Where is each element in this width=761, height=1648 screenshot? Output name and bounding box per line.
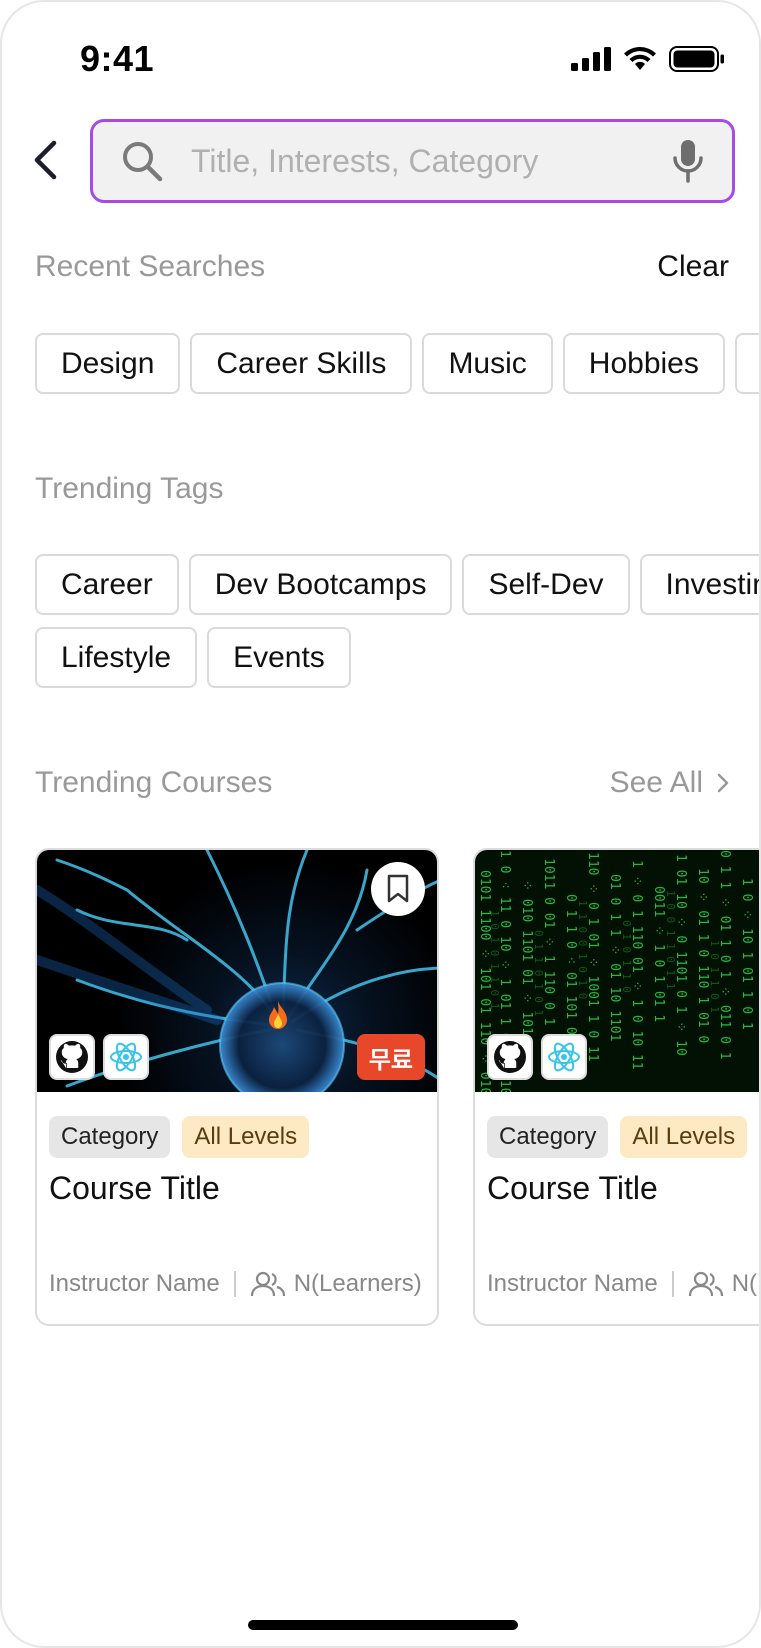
svg-text:0 1 1 0 1 0 1: 0 1 1 0 1 0 1 [532, 930, 545, 1016]
see-all-button[interactable]: See All [610, 766, 729, 800]
meta-divider [671, 1271, 674, 1297]
trending-courses-title: Trending Courses [35, 766, 273, 799]
react-icon [110, 1042, 142, 1072]
course-card[interactable]: 0101 1100 ⁘ 101 01 110 ⁘ 0101 0010 1 0 ⁖… [473, 848, 759, 1326]
bookmark-icon [387, 874, 409, 903]
svg-text:1 0 ⁘ 10 1 01 1 0 1: 1 0 ⁘ 10 1 01 1 0 1 [739, 878, 754, 1030]
instructor-name: Instructor Name [487, 1270, 658, 1297]
level-tag: All Levels [182, 1116, 310, 1158]
chevron-right-icon [717, 773, 729, 793]
home-indicator[interactable] [248, 1620, 518, 1630]
recent-chip[interactable]: Free [734, 333, 759, 394]
recent-chip[interactable]: Career Skills [190, 333, 413, 394]
phone-screen: 9:41 Title, Interests, Category Recent S… [0, 0, 761, 1648]
tech-badges [487, 1034, 587, 1080]
tag-chip[interactable]: Self-Dev [462, 554, 630, 615]
status-bar: 9:41 [2, 2, 759, 112]
status-icons [571, 46, 725, 72]
wifi-icon [624, 47, 656, 70]
learners-count: N(Learners) [293, 1270, 422, 1297]
microphone-icon[interactable] [670, 138, 706, 184]
recent-searches-title: Recent Searches [35, 250, 266, 283]
recent-searches-chips: Design Career Skills Music Hobbies Free [35, 333, 759, 394]
recent-chip[interactable]: Design [35, 333, 181, 394]
tag-chip[interactable]: Investing & Finance [639, 554, 759, 615]
course-meta: Instructor Name N(Learners) [487, 1270, 759, 1298]
tag-chip[interactable]: Lifestyle [35, 627, 198, 688]
course-thumbnail: 무료 [37, 850, 437, 1092]
clear-button[interactable]: Clear [657, 250, 729, 284]
course-title: Course Title [487, 1170, 658, 1206]
back-button[interactable] [24, 130, 66, 190]
react-badge [541, 1034, 587, 1080]
search-field[interactable] [90, 119, 735, 203]
bookmark-button[interactable] [371, 862, 425, 916]
free-badge: 무료 [356, 1034, 425, 1080]
course-title: Course Title [49, 1170, 220, 1206]
cellular-signal-icon [571, 47, 611, 71]
svg-text:1 0 1 0 1 1 0 1: 1 0 1 0 1 1 0 1 [488, 910, 501, 1009]
react-icon [548, 1042, 580, 1072]
trending-tags-row-1: Career Dev Bootcamps Self-Dev Investing … [35, 554, 759, 615]
tag-chip[interactable]: Events [207, 627, 351, 688]
recent-chip[interactable]: Music [422, 333, 553, 394]
svg-text:0 1 0 1 1 0: 0 1 0 1 1 0 [620, 920, 633, 993]
learners-icon [250, 1271, 285, 1297]
svg-text:0011 ⁘ 1 0 1 01 1: 0011 ⁘ 1 0 1 01 1 [651, 886, 666, 1022]
course-card-list: 무료 Category All Levels Course Title Inst… [35, 848, 759, 1326]
fire-icon [269, 1001, 287, 1029]
react-badge [103, 1034, 149, 1080]
chevron-left-icon [34, 140, 57, 180]
trending-tags-row-2: Lifestyle Events [35, 627, 351, 688]
course-thumbnail: 0101 1100 ⁘ 101 01 110 ⁘ 0101 0010 1 0 ⁖… [475, 850, 759, 1092]
trending-tags-title: Trending Tags [35, 472, 224, 505]
tag-chip[interactable]: Career [35, 554, 179, 615]
learners-count: N(Learners) [731, 1270, 759, 1297]
course-tags: Category All Levels [487, 1116, 748, 1158]
course-tags: Category All Levels [49, 1116, 310, 1158]
github-icon [494, 1041, 526, 1073]
level-tag: All Levels [620, 1116, 748, 1158]
github-icon [56, 1041, 88, 1073]
status-time: 9:41 [80, 38, 155, 79]
recent-chip[interactable]: Hobbies [562, 333, 725, 394]
see-all-label: See All [609, 766, 703, 799]
svg-text:1 0 0 1 1 0 1 1: 1 0 0 1 1 0 1 1 [664, 890, 677, 989]
tech-badges [49, 1034, 149, 1080]
github-badge [487, 1034, 533, 1080]
tag-chip[interactable]: Dev Bootcamps [188, 554, 453, 615]
github-badge [49, 1034, 95, 1080]
instructor-name: Instructor Name [49, 1270, 220, 1297]
search-input[interactable] [191, 142, 670, 180]
meta-divider [233, 1271, 236, 1297]
battery-icon [669, 46, 724, 72]
svg-text:01 0 1 1 ⁘ 01 10 1101: 01 0 1 1 ⁘ 01 10 1101 [607, 874, 622, 1041]
category-tag: Category [487, 1116, 609, 1158]
svg-text:1 1 0 0 1 0 1 0: 1 1 0 0 1 0 1 0 [576, 900, 589, 999]
svg-text:10 ⁘ 01 1 0 110 1 01 0: 10 ⁘ 01 1 0 110 1 01 0 [695, 868, 710, 1043]
svg-text:0 1 1 0 ⁖ 01 101 0: 0 1 1 0 ⁖ 01 101 0 [563, 894, 578, 1035]
learners-icon [688, 1271, 723, 1297]
search-icon [123, 142, 163, 182]
course-meta: Instructor Name N(Learners) [49, 1270, 422, 1298]
category-tag: Category [49, 1116, 171, 1158]
course-card[interactable]: 무료 Category All Levels Course Title Inst… [35, 848, 439, 1326]
svg-text:⁘ 010 1101 01 ⁘ 101 11: ⁘ 010 1101 01 ⁘ 101 11 [519, 880, 534, 1058]
svg-text:1 0 1 1 0 1: 1 0 1 1 0 1 [708, 940, 721, 1013]
